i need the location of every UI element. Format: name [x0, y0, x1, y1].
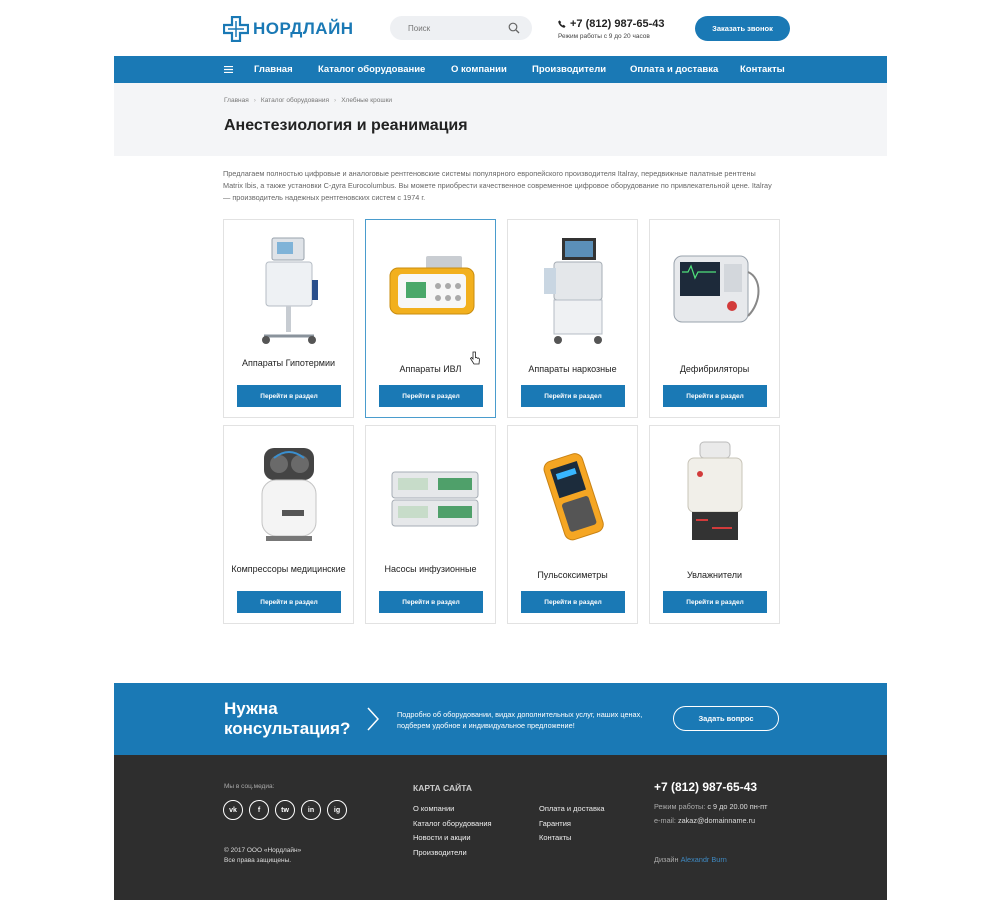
nav-item-home[interactable]: Главная — [254, 56, 293, 83]
hand-cursor-icon — [470, 351, 480, 365]
sitemap-link-payment[interactable]: Оплата и доставка — [539, 804, 605, 814]
title-band: Главная › Каталог оборудования › Хлебные… — [114, 83, 887, 156]
breadcrumb-separator: › — [253, 97, 256, 104]
card-title: Насосы инфузионные — [384, 564, 477, 574]
card-title: Увлажнители — [686, 570, 743, 580]
search-box — [390, 16, 532, 40]
hours-label: Режим работы: — [654, 802, 706, 811]
search-input[interactable] — [408, 23, 508, 33]
category-card[interactable]: Пульсоксиметры Перейти в раздел — [507, 425, 638, 624]
nav-item-catalog[interactable]: Каталог оборудование — [318, 56, 425, 83]
sitemap-link-manufacturers[interactable]: Производители — [413, 848, 492, 858]
copyright: © 2017 ООО «Нордлайн» Все права защищены… — [224, 846, 301, 866]
consultation-title: Нужна консультация? — [224, 699, 351, 738]
header-phone[interactable]: +7 (812) 987-65-43 — [558, 18, 664, 30]
footer-phone[interactable]: +7 (812) 987-65-43 — [654, 780, 757, 794]
category-card[interactable]: Аппараты Гипотермии Перейти в раздел — [223, 219, 354, 418]
anesthesia-machine-image — [544, 238, 603, 344]
sitemap-title: КАРТА САЙТА — [413, 783, 473, 793]
search-icon[interactable] — [508, 22, 520, 34]
compressor-image — [261, 448, 317, 541]
design-credit: Дизайн Alexandr Burn — [654, 855, 727, 864]
nav-item-contacts[interactable]: Контакты — [740, 56, 785, 83]
intro-text: Предлагаем полностью цифровые и аналогов… — [223, 169, 772, 202]
rights-line: Все права защищены. — [224, 857, 292, 864]
linkedin-icon[interactable]: in — [301, 800, 321, 820]
infusion-pump-image — [391, 471, 479, 527]
breadcrumb-separator: › — [334, 97, 337, 104]
breadcrumb-catalog[interactable]: Каталог оборудования — [261, 97, 329, 104]
go-to-section-button[interactable]: Перейти в раздел — [379, 385, 483, 407]
phone-icon — [558, 20, 566, 28]
sitemap-link-about[interactable]: О компании — [413, 804, 492, 814]
pulse-oximeter-image — [543, 453, 604, 541]
card-title: Пульсоксиметры — [537, 570, 608, 580]
category-card[interactable]: Компрессоры медицинские Перейти в раздел — [223, 425, 354, 624]
facebook-icon[interactable]: f — [249, 800, 269, 820]
go-to-section-button[interactable]: Перейти в раздел — [521, 591, 625, 613]
logo-cross-icon — [223, 16, 249, 42]
chevron-right-icon — [367, 707, 379, 731]
humidifier-image — [687, 441, 743, 540]
nav-item-payment[interactable]: Оплата и доставка — [630, 56, 718, 83]
ventilator-device-image — [389, 256, 475, 315]
category-card[interactable]: Аппараты ИВЛ Перейти в раздел — [365, 219, 496, 418]
sitemap-link-news[interactable]: Новости и акции — [413, 833, 492, 843]
hypothermia-device-image — [262, 237, 318, 344]
social-label: Мы в соц.медиа: — [224, 783, 275, 790]
menu-icon[interactable] — [224, 66, 233, 73]
go-to-section-button[interactable]: Перейти в раздел — [521, 385, 625, 407]
nav-item-about[interactable]: О компании — [451, 56, 507, 83]
go-to-section-button[interactable]: Перейти в раздел — [663, 385, 767, 407]
card-title: Компрессоры медицинские — [231, 564, 346, 574]
consultation-band: Нужна консультация? Подробно об оборудов… — [114, 683, 887, 755]
sitemap-column-1: О компании Каталог оборудования Новости … — [413, 804, 492, 858]
ask-question-button[interactable]: Задать вопрос — [673, 706, 779, 731]
category-card[interactable]: Увлажнители Перейти в раздел — [649, 425, 780, 624]
design-author-link[interactable]: Alexandr Burn — [681, 855, 727, 864]
instagram-icon[interactable]: ig — [327, 800, 347, 820]
go-to-section-button[interactable]: Перейти в раздел — [663, 591, 767, 613]
footer-hours: Режим работы: с 9 до 20.00 пн-пт — [654, 802, 767, 811]
footer-email: e-mail: zakaz@domainname.ru — [654, 816, 755, 825]
breadcrumb-current: Хлебные крошки — [341, 97, 393, 104]
sitemap-column-2: Оплата и доставка Гарантия Контакты — [539, 804, 605, 843]
site-footer: Мы в соц.медиа: vk f tw in ig © 2017 ООО… — [114, 755, 887, 900]
go-to-section-button[interactable]: Перейти в раздел — [379, 591, 483, 613]
social-links: vk f tw in ig — [223, 800, 347, 820]
logo[interactable]: НОРДЛАЙН — [223, 16, 354, 42]
hours-value: с 9 до 20.00 пн-пт — [707, 802, 768, 811]
site-header: НОРДЛАЙН +7 (812) 987-65-43 Режим работы… — [0, 0, 1000, 56]
sitemap-link-catalog[interactable]: Каталог оборудования — [413, 819, 492, 829]
sitemap-link-contacts[interactable]: Контакты — [539, 833, 605, 843]
email-link[interactable]: zakaz@domainname.ru — [678, 816, 755, 825]
breadcrumb: Главная › Каталог оборудования › Хлебные… — [224, 97, 392, 104]
twitter-icon[interactable]: tw — [275, 800, 295, 820]
page-title: Анестезиология и реанимация — [224, 117, 468, 134]
card-title: Аппараты наркозные — [528, 364, 617, 374]
breadcrumb-home[interactable]: Главная — [224, 97, 249, 104]
card-title: Дефибриляторы — [679, 364, 750, 374]
logo-text: НОРДЛАЙН — [253, 19, 354, 38]
phone-number: +7 (812) 987-65-43 — [570, 18, 665, 30]
category-card[interactable]: Дефибриляторы Перейти в раздел — [649, 219, 780, 418]
defibrillator-image — [673, 255, 760, 323]
nav-item-manufacturers[interactable]: Производители — [532, 56, 606, 83]
sitemap-link-warranty[interactable]: Гарантия — [539, 819, 605, 829]
go-to-section-button[interactable]: Перейти в раздел — [237, 591, 341, 613]
copyright-line: © 2017 ООО «Нордлайн» — [224, 847, 302, 854]
category-card[interactable]: Аппараты наркозные Перейти в раздел — [507, 219, 638, 418]
go-to-section-button[interactable]: Перейти в раздел — [237, 385, 341, 407]
category-card[interactable]: Насосы инфузионные Перейти в раздел — [365, 425, 496, 624]
order-call-button[interactable]: Заказать звонок — [695, 16, 790, 41]
design-label: Дизайн — [654, 855, 679, 864]
vk-icon[interactable]: vk — [223, 800, 243, 820]
working-hours: Режим работы с 9 до 20 часов — [558, 33, 650, 40]
main-nav: Главная Каталог оборудование О компании … — [114, 56, 887, 83]
card-title: Аппараты Гипотермии — [241, 358, 335, 368]
consultation-text: Подробно об оборудовании, видах дополнит… — [397, 710, 643, 730]
email-label: e-mail: — [654, 816, 676, 825]
